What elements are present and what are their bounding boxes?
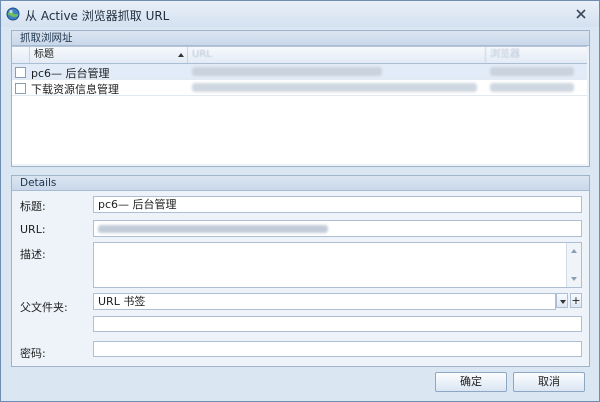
grid-header: 标题 URL 浏览器 [12,47,587,64]
password-field[interactable] [93,341,582,357]
title-bar[interactable]: 从 Active 浏览器抓取 URL [1,1,599,27]
row-browser-blurred [490,83,574,92]
row-title: 下载资源信息管理 [31,83,119,96]
password-label: 密码: [20,347,46,360]
parent-folder-extra-field[interactable] [93,316,582,332]
details-group-header: Details [12,176,589,191]
title-field[interactable]: pc6— 后台管理 [93,196,582,213]
url-field-blurred-value [98,225,328,233]
parent-folder-dropdown-button[interactable] [556,293,568,308]
row-checkbox[interactable] [15,67,26,78]
row-title: pc6— 后台管理 [31,67,110,80]
cancel-button[interactable]: 取消 [513,372,585,392]
scroll-up-icon[interactable] [571,249,577,253]
scroll-down-icon[interactable] [571,277,577,281]
table-row[interactable]: pc6— 后台管理 [12,64,587,80]
sort-ascending-icon [178,53,184,57]
row-checkbox[interactable] [15,83,26,94]
url-grid: 标题 URL 浏览器 pc6— 后台管理 下载资源信息管理 [12,46,587,164]
chevron-down-icon [560,300,566,304]
description-scrollbar[interactable] [566,243,581,287]
window-title: 从 Active 浏览器抓取 URL [25,9,170,23]
parent-folder-label: 父文件夹: [20,301,68,314]
parent-folder-select[interactable]: URL 书签 [93,293,556,310]
globe-icon [6,7,20,21]
title-label: 标题: [20,200,46,213]
column-url[interactable]: URL [188,47,486,63]
description-label: 描述: [20,248,46,261]
capture-group: 抓取浏网址 标题 URL 浏览器 pc6— 后台管理 下载资源信息管理 [11,30,590,167]
column-browser[interactable]: 浏览器 [486,47,587,63]
table-row[interactable]: 下载资源信息管理 [12,80,587,96]
row-url-blurred [192,83,477,92]
plus-icon: + [571,294,581,307]
close-icon[interactable] [573,6,589,22]
capture-group-header: 抓取浏网址 [12,31,589,46]
ok-button[interactable]: 确定 [435,372,507,392]
url-label: URL: [20,223,46,236]
column-title[interactable]: 标题 [30,47,188,63]
dialog-window: 从 Active 浏览器抓取 URL 抓取浏网址 标题 URL 浏览器 pc6—… [0,0,600,402]
column-checkbox [12,47,30,63]
url-field[interactable] [93,220,582,237]
description-field[interactable] [93,242,582,288]
row-browser-blurred [490,67,574,76]
row-url-blurred [192,67,382,76]
button-bar [1,367,599,401]
add-folder-button[interactable]: + [570,293,582,308]
